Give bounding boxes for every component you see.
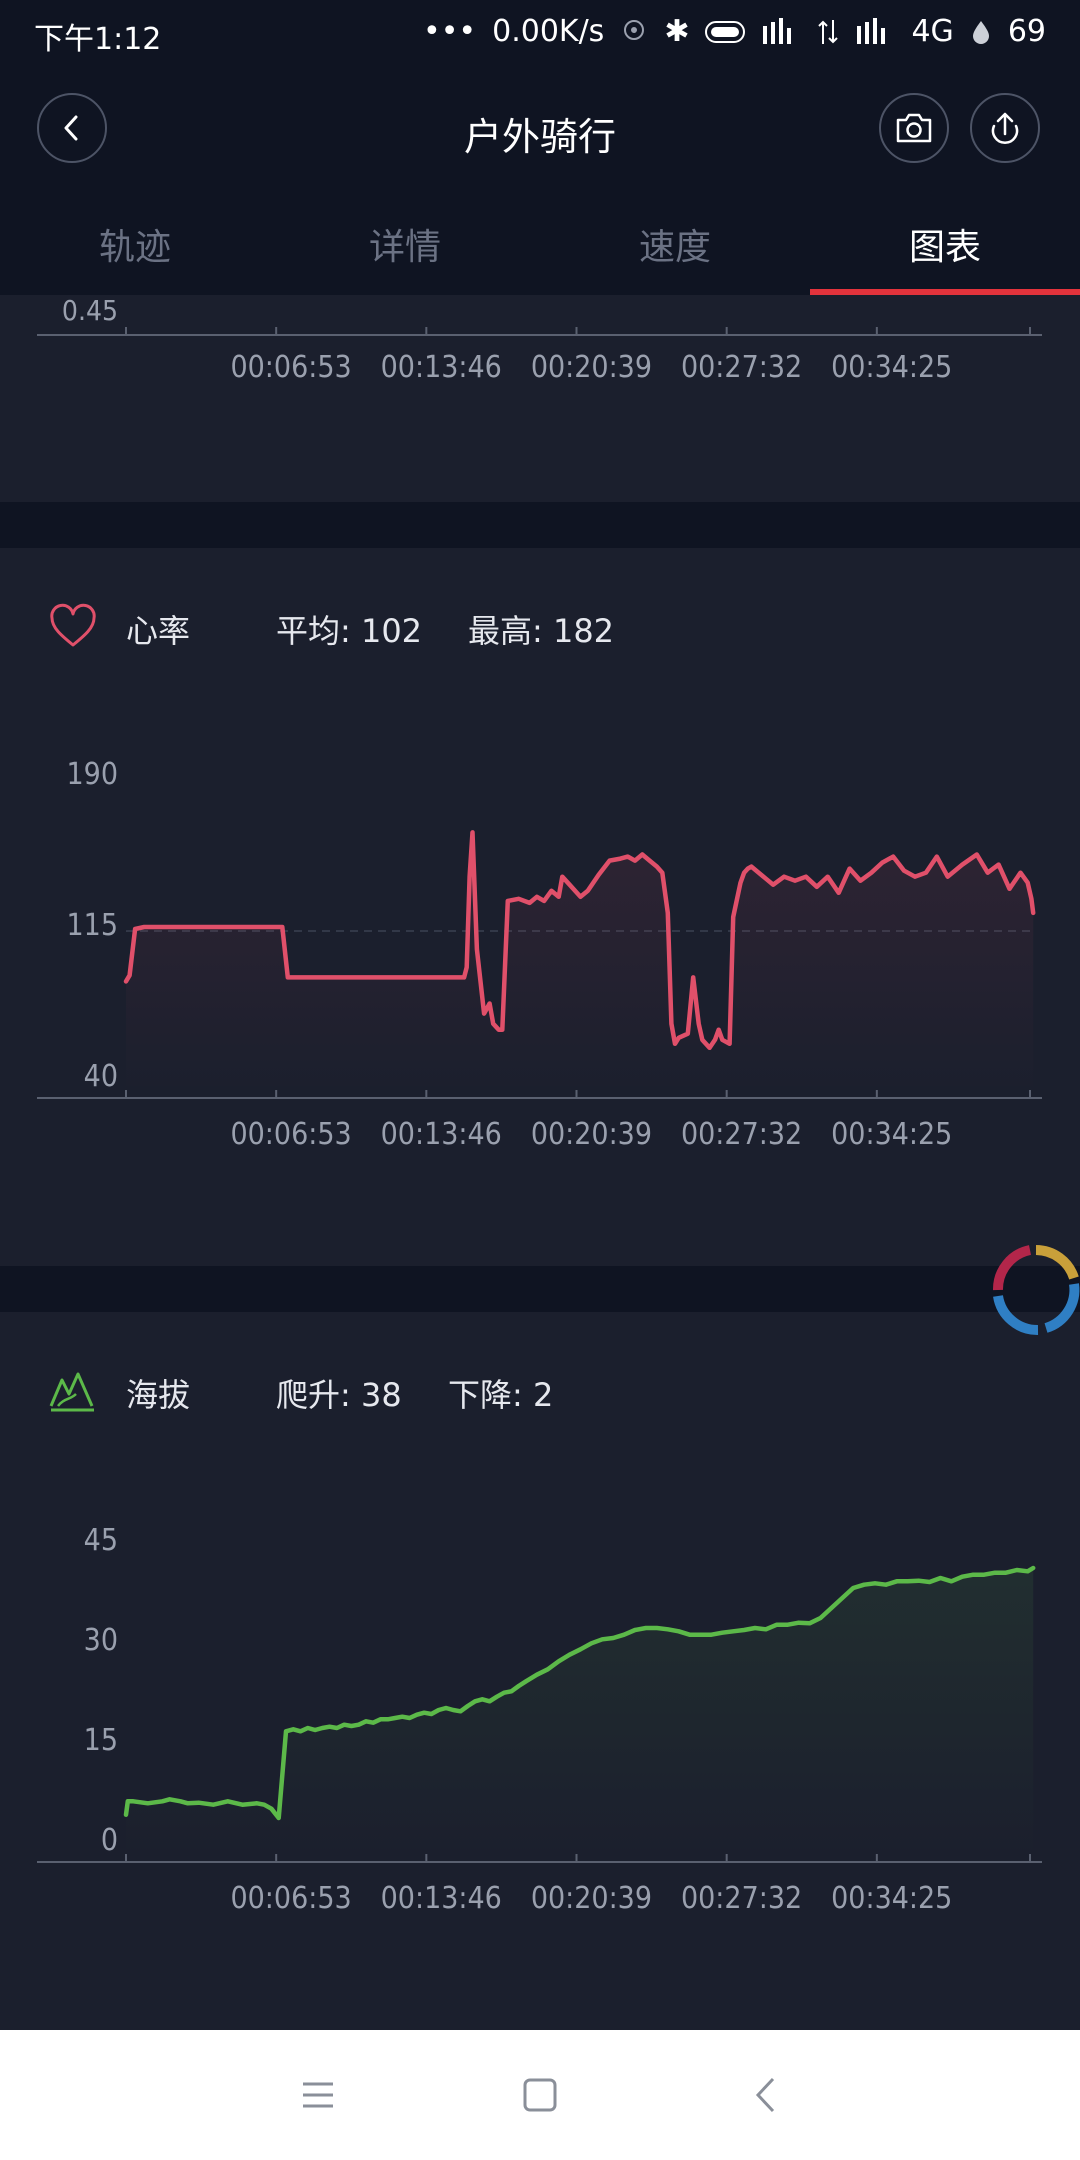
battery-level: 69 bbox=[1007, 14, 1046, 49]
altitude-chart: 015304500:06:53 00:13:46 00:20:39 00:27:32 0… bbox=[37, 1523, 1042, 1916]
y-tick-label: 45 bbox=[84, 1523, 118, 1558]
altitude-card: 海拔 爬升: 38 下降: 2 0 15 30 45 00:06:53 00:13:46 0… bbox=[0, 1312, 1080, 2030]
network-type: 4G bbox=[911, 14, 954, 49]
altitude-climb: 爬升: 38 bbox=[276, 1376, 402, 1414]
heart-rate-chart: 40 115 190 00:06:53 00:13:46 00:20:39 00:27:32… bbox=[37, 757, 1042, 1152]
speed-card: 0.45 00:06:53 00:13:46 00:20:39 00:27:32 00:… bbox=[0, 294, 1080, 502]
x-tick-label: 00:34:25 bbox=[831, 350, 952, 385]
heart-rate-card: 心率 平均: 102 最高: 182 40 115 190 00:06:53 00:13… bbox=[0, 548, 1080, 1266]
y-tick-label: 15 bbox=[84, 1723, 118, 1758]
altitude-descent: 下降: 2 bbox=[448, 1376, 554, 1414]
status-time: 下午1:12 bbox=[34, 22, 162, 57]
speed-x-axis: 00:06:53 00:13:46 00:20:39 00:27:32 00:34:25 bbox=[37, 327, 1042, 385]
section-divider bbox=[0, 502, 1080, 548]
upload-icon bbox=[991, 112, 1019, 144]
battery-drop-icon bbox=[972, 20, 989, 44]
system-nav-bar bbox=[0, 2030, 1080, 2160]
y-tick-label: 40 bbox=[84, 1059, 118, 1094]
heart-rate-label: 心率 bbox=[126, 612, 191, 650]
speed-chart: 0.45 00:06:53 00:13:46 00:20:39 00:27:32 00:… bbox=[37, 294, 1042, 385]
hotspot-icon bbox=[624, 19, 645, 40]
camera-button[interactable] bbox=[879, 93, 949, 163]
x-tick-label: 00:13:46 bbox=[381, 1117, 502, 1152]
speed-ytick: 0.45 bbox=[62, 295, 118, 327]
home-icon[interactable] bbox=[515, 2070, 565, 2120]
x-tick-label: 00:06:53 bbox=[230, 350, 351, 385]
heart-icon bbox=[50, 603, 96, 647]
tab-speed[interactable]: 速度 bbox=[540, 218, 810, 295]
share-button[interactable] bbox=[970, 93, 1040, 163]
status-right: ••• 0.00K/s ✱ 4G 69 bbox=[423, 14, 1046, 49]
toggle-icon bbox=[705, 20, 746, 43]
tab-details[interactable]: 详情 bbox=[270, 218, 540, 295]
signal-icon bbox=[763, 17, 792, 44]
tab-charts[interactable]: 图表 bbox=[810, 218, 1080, 295]
heart-rate-max: 最高: 182 bbox=[468, 612, 615, 650]
menu-icon[interactable] bbox=[293, 2070, 343, 2120]
x-tick-label: 00:13:46 bbox=[381, 1881, 502, 1916]
y-tick-label: 0 bbox=[101, 1823, 118, 1858]
camera-icon bbox=[896, 113, 932, 143]
dots-icon: ••• bbox=[423, 14, 477, 49]
data-arrows-icon bbox=[818, 19, 839, 44]
x-axis: 00:06:53 00:13:46 00:20:39 00:27:32 00:34:25 bbox=[37, 1854, 1042, 1916]
series-area-fill bbox=[126, 1568, 1034, 1856]
x-tick-label: 00:34:25 bbox=[831, 1117, 952, 1152]
mountain-icon bbox=[49, 1372, 94, 1412]
x-tick-label: 00:27:32 bbox=[681, 350, 802, 385]
y-tick-label: 30 bbox=[84, 1623, 118, 1658]
x-tick-label: 00:20:39 bbox=[531, 350, 652, 385]
series-area-fill bbox=[126, 832, 1034, 1092]
status-bar: 下午1:12 ••• 0.00K/s ✱ 4G 69 bbox=[0, 0, 1080, 70]
altitude-label: 海拔 bbox=[126, 1376, 191, 1414]
app-header: 户外骑行 轨迹 详情 速度 图表 bbox=[0, 70, 1080, 295]
x-tick-label: 00:27:32 bbox=[681, 1117, 802, 1152]
y-tick-label: 190 bbox=[66, 757, 118, 792]
bluetooth-icon: ✱ bbox=[664, 14, 690, 49]
x-tick-label: 00:13:46 bbox=[381, 350, 502, 385]
signal-icon-2 bbox=[857, 17, 886, 44]
x-tick-label: 00:20:39 bbox=[531, 1881, 652, 1916]
tab-bar: 轨迹 详情 速度 图表 bbox=[0, 218, 1080, 295]
x-tick-label: 00:34:25 bbox=[831, 1881, 952, 1916]
nav-back-icon[interactable] bbox=[742, 2070, 792, 2120]
network-speed: 0.00K/s bbox=[492, 14, 605, 49]
x-tick-label: 00:06:53 bbox=[230, 1117, 351, 1152]
x-tick-label: 00:20:39 bbox=[531, 1117, 652, 1152]
section-divider-2 bbox=[0, 1266, 1080, 1312]
y-tick-label: 115 bbox=[66, 908, 118, 943]
x-axis: 00:06:53 00:13:46 00:20:39 00:27:32 00:34:25 bbox=[37, 1090, 1042, 1152]
tab-track[interactable]: 轨迹 bbox=[0, 218, 270, 295]
x-tick-label: 00:06:53 bbox=[230, 1881, 351, 1916]
heart-rate-average: 平均: 102 bbox=[276, 612, 423, 650]
x-tick-label: 00:27:32 bbox=[681, 1881, 802, 1916]
loading-spinner-icon bbox=[992, 1245, 1080, 1336]
